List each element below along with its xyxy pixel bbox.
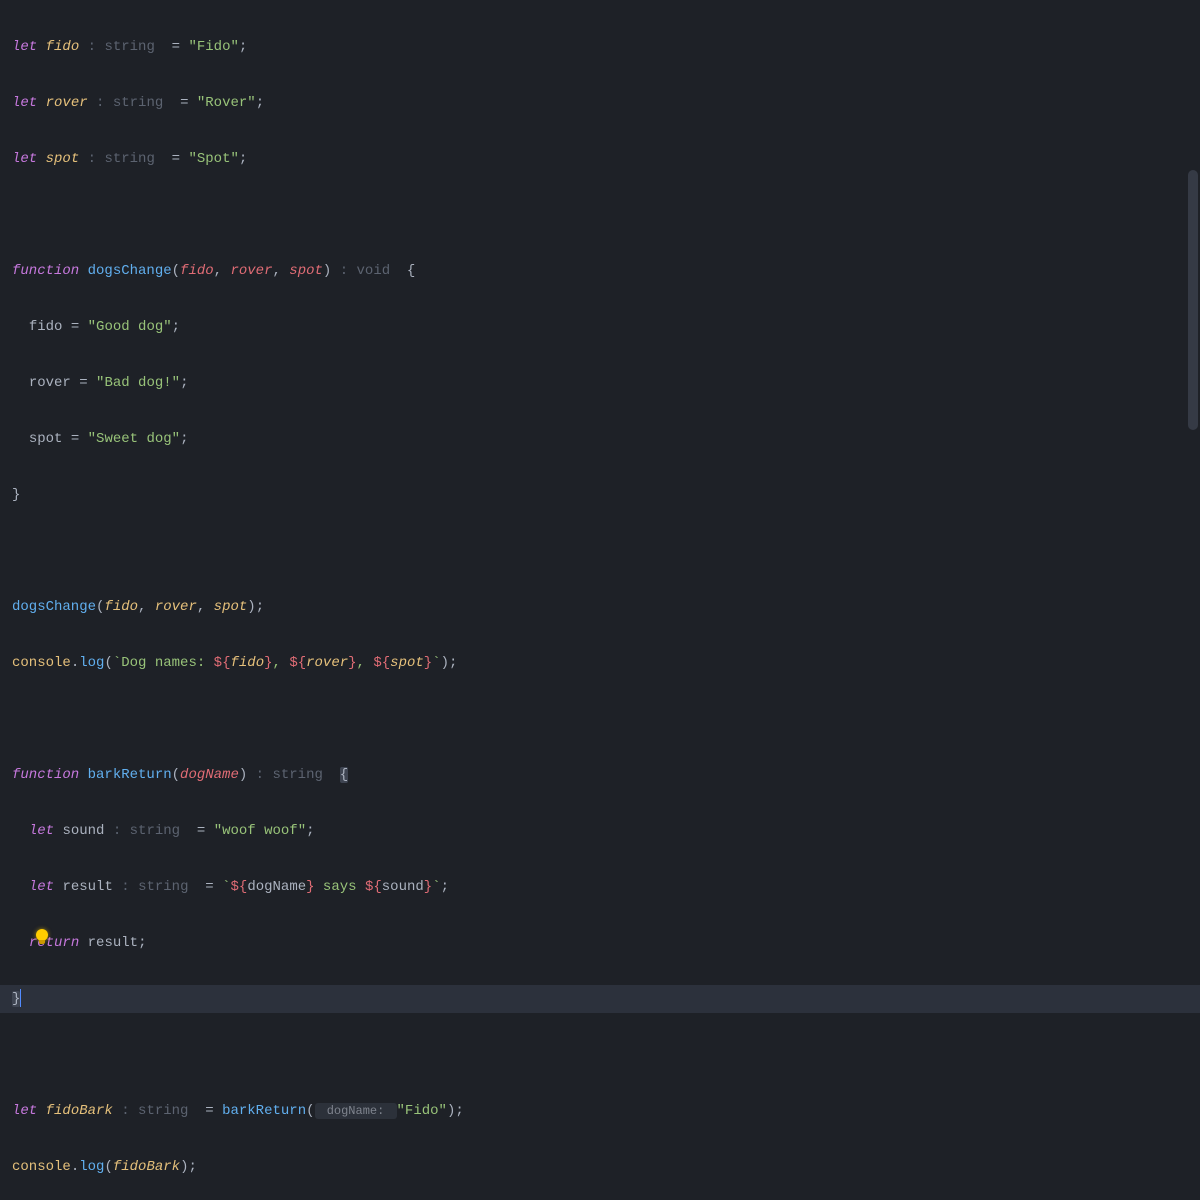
text-cursor [20,989,21,1007]
code-line: return result; [12,929,1188,957]
code-line [12,1041,1188,1069]
code-line: let result : string = `${dogName} says $… [12,873,1188,901]
code-line: let rover : string = "Rover"; [12,89,1188,117]
code-line [12,705,1188,733]
code-line: let fidoBark : string = barkReturn( dogN… [12,1097,1188,1125]
code-line [12,537,1188,565]
code-line: console.log(`Dog names: ${fido}, ${rover… [12,649,1188,677]
code-line: let sound : string = "woof woof"; [12,817,1188,845]
code-line: rover = "Bad dog!"; [12,369,1188,397]
code-line: function dogsChange(fido, rover, spot) :… [12,257,1188,285]
parameter-hint: dogName: [315,1103,397,1119]
code-line: } [12,481,1188,509]
code-line: let spot : string = "Spot"; [12,145,1188,173]
code-line [12,201,1188,229]
code-line: console.log(fidoBark); [12,1153,1188,1181]
code-line: fido = "Good dog"; [12,313,1188,341]
code-editor[interactable]: let fido : string = "Fido"; let rover : … [0,0,1200,1200]
code-line: let fido : string = "Fido"; [12,33,1188,61]
code-line: dogsChange(fido, rover, spot); [12,593,1188,621]
lightbulb-icon[interactable] [36,929,48,941]
scrollbar-thumb[interactable] [1188,170,1198,430]
code-line: spot = "Sweet dog"; [12,425,1188,453]
code-line: function barkReturn(dogName) : string { [12,761,1188,789]
code-line-active: } [0,985,1200,1013]
